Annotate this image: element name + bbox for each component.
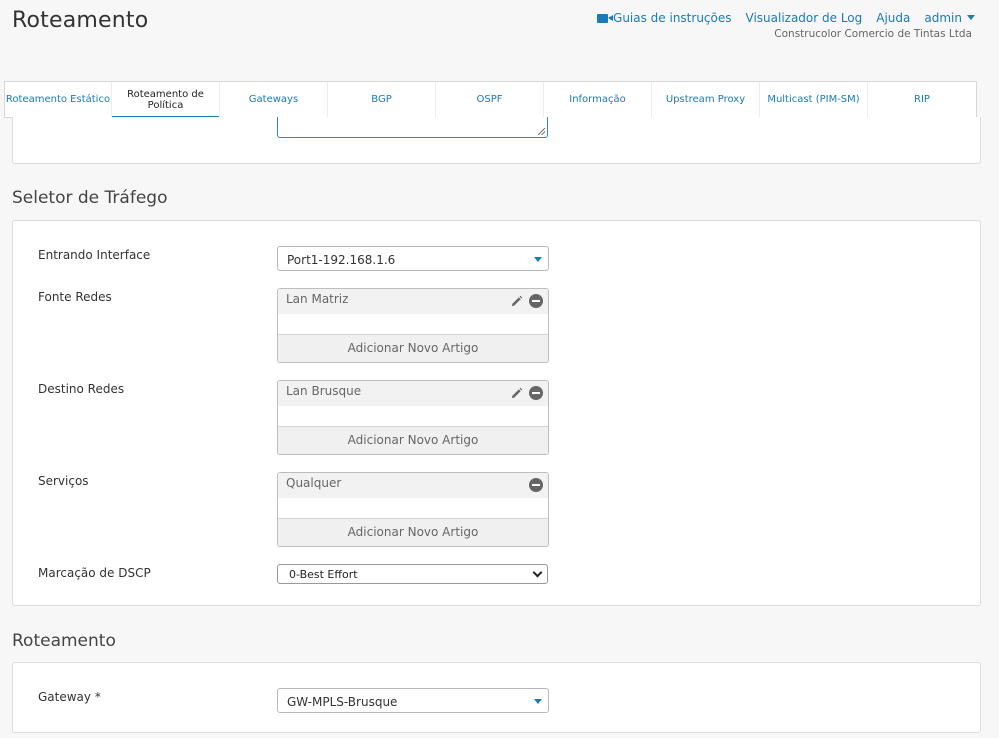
destination-networks-list: Lan Brusque Adicionar Novo Artigo — [277, 380, 549, 455]
remove-icon[interactable] — [529, 386, 543, 400]
page-title: Roteamento — [12, 8, 149, 33]
help-link[interactable]: Ajuda — [876, 11, 910, 25]
destination-networks-label: Destino Redes — [38, 382, 125, 396]
caret-down-icon — [967, 15, 975, 20]
gateway-value: GW-MPLS-Brusque — [287, 695, 398, 709]
destination-network-name: Lan Brusque — [286, 384, 362, 398]
remove-icon[interactable] — [529, 294, 543, 308]
video-camera-icon — [597, 14, 614, 23]
tab-policy-routing[interactable]: Roteamento de Política — [112, 82, 220, 118]
source-networks-list: Lan Matriz Adicionar Novo Artigo — [277, 288, 549, 363]
gateway-select[interactable]: GW-MPLS-Brusque — [277, 688, 549, 713]
tab-bgp[interactable]: BGP — [328, 82, 436, 117]
list-item: Lan Matriz — [278, 289, 548, 314]
tab-gateways[interactable]: Gateways — [220, 82, 328, 117]
remove-icon[interactable] — [529, 478, 543, 492]
traffic-selector-panel: Entrando Interface Port1-192.168.1.6 Fon… — [12, 220, 981, 606]
dscp-label: Marcação de DSCP — [38, 566, 151, 580]
tab-bar: Roteamento Estático Roteamento de Políti… — [4, 81, 977, 118]
dscp-value: 0-Best Effort — [289, 568, 358, 581]
dscp-select[interactable]: 0-Best Effort — [277, 564, 548, 584]
routing-title: Roteamento — [12, 631, 116, 651]
pencil-icon[interactable] — [510, 295, 523, 308]
tab-information[interactable]: Informação — [544, 82, 652, 117]
incoming-interface-select[interactable]: Port1-192.168.1.6 — [277, 246, 549, 271]
add-destination-network-button[interactable]: Adicionar Novo Artigo — [278, 426, 548, 454]
add-service-button[interactable]: Adicionar Novo Artigo — [278, 518, 548, 546]
resize-handle-icon[interactable] — [538, 128, 545, 135]
services-list: Qualquer Adicionar Novo Artigo — [277, 472, 549, 547]
source-networks-label: Fonte Redes — [38, 290, 112, 304]
guides-link[interactable]: Guias de instruções — [597, 11, 732, 25]
routing-panel: Gateway * GW-MPLS-Brusque — [12, 662, 981, 733]
description-textarea[interactable] — [277, 117, 548, 138]
list-item: Qualquer — [278, 473, 548, 498]
incoming-interface-value: Port1-192.168.1.6 — [287, 253, 396, 267]
gateway-label: Gateway * — [38, 690, 101, 704]
service-name: Qualquer — [286, 476, 342, 490]
tab-multicast[interactable]: Multicast (PIM-SM) — [760, 82, 868, 117]
chevron-down-icon — [532, 567, 543, 578]
tab-upstream-proxy[interactable]: Upstream Proxy — [652, 82, 760, 117]
guides-link-label: Guias de instruções — [613, 11, 732, 25]
caret-down-icon — [534, 699, 542, 704]
log-viewer-link[interactable]: Visualizador de Log — [746, 11, 863, 25]
source-network-name: Lan Matriz — [286, 292, 349, 306]
traffic-selector-title: Seletor de Tráfego — [12, 188, 168, 208]
tab-static-routing[interactable]: Roteamento Estático — [5, 82, 112, 117]
tab-rip[interactable]: RIP — [868, 82, 976, 117]
company-name: Construcolor Comercio de Tintas Ltda — [774, 28, 972, 40]
top-links: Guias de instruções Visualizador de Log … — [597, 11, 975, 25]
incoming-interface-label: Entrando Interface — [38, 248, 151, 262]
user-menu[interactable]: admin — [924, 11, 975, 25]
caret-down-icon — [534, 257, 542, 262]
pencil-icon[interactable] — [510, 387, 523, 400]
add-source-network-button[interactable]: Adicionar Novo Artigo — [278, 334, 548, 362]
description-panel — [12, 117, 981, 164]
user-menu-label: admin — [924, 11, 962, 25]
services-label: Serviços — [38, 474, 89, 488]
list-item: Lan Brusque — [278, 381, 548, 406]
tab-ospf[interactable]: OSPF — [436, 82, 544, 117]
